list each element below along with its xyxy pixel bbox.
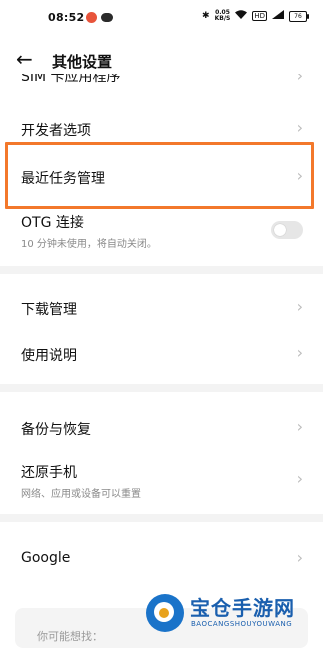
status-bar: 08:52 ✱ 0.05 KB/S HD 76: [0, 0, 323, 36]
toggle-knob: [274, 224, 286, 236]
list-item-sim-apps[interactable]: SIM 卡应用程序 ›: [0, 74, 323, 88]
title-bar: ← 其他设置: [0, 44, 323, 78]
bluetooth-icon: ✱: [202, 11, 210, 21]
wechat-icon: [101, 13, 113, 22]
list-item-otg[interactable]: OTG 连接 10 分钟未使用，将自动关闭。: [0, 207, 323, 259]
item-label-download: 下载管理: [21, 302, 77, 318]
chevron-right-icon: ›: [296, 297, 303, 316]
section-divider: [0, 384, 323, 392]
otg-toggle[interactable]: [271, 221, 303, 239]
section-divider: [0, 266, 323, 274]
battery-icon: 76: [289, 10, 309, 22]
watermark-logo-icon: [146, 594, 184, 632]
page-title: 其他设置: [52, 53, 113, 71]
item-label-google: Google: [21, 550, 71, 566]
item-label-reset: 还原手机: [21, 465, 77, 481]
item-sub-otg: 10 分钟未使用，将自动关闭。: [21, 239, 157, 250]
status-time: 08:52: [48, 11, 85, 24]
weibo-icon: [86, 12, 97, 23]
chevron-right-icon: ›: [296, 343, 303, 362]
chevron-right-icon: ›: [296, 417, 303, 436]
watermark: 宝仓手游网 BAOCANGSHOUYOUWANG: [142, 590, 320, 636]
highlight-annotation: [5, 142, 314, 209]
list-item-reset[interactable]: 还原手机 网络、应用或设备可以重置 ›: [0, 455, 323, 507]
list-item-backup[interactable]: 备份与恢复 ›: [0, 406, 323, 450]
item-label-instructions: 使用说明: [21, 348, 77, 364]
item-label-otg: OTG 连接: [21, 215, 84, 231]
back-arrow-icon[interactable]: ←: [16, 48, 40, 72]
list-item-instructions[interactable]: 使用说明 ›: [0, 334, 323, 378]
network-speed: 0.05 KB/S: [214, 9, 231, 22]
item-label-backup: 备份与恢复: [21, 422, 91, 438]
signal-icon: [272, 10, 284, 22]
chevron-right-icon: ›: [296, 469, 303, 488]
item-label-sim-apps: SIM 卡应用程序: [21, 74, 121, 85]
list-item-download[interactable]: 下载管理 ›: [0, 286, 323, 330]
chevron-right-icon: ›: [296, 118, 303, 137]
section-divider: [0, 514, 323, 522]
item-label-developer: 开发者选项: [21, 123, 91, 139]
item-sub-reset: 网络、应用或设备可以重置: [21, 489, 141, 500]
hd-icon: HD: [252, 11, 267, 21]
chevron-right-icon: ›: [296, 74, 303, 85]
list-item-google[interactable]: Google ›: [0, 537, 323, 581]
watermark-title: 宝仓手游网: [190, 596, 295, 620]
chevron-right-icon: ›: [296, 548, 303, 567]
suggestion-label: 你可能想找：: [37, 630, 103, 643]
wifi-icon: [235, 10, 248, 22]
status-icons: ✱ 0.05 KB/S HD 76: [202, 9, 309, 22]
watermark-subtitle: BAOCANGSHOUYOUWANG: [191, 620, 293, 628]
